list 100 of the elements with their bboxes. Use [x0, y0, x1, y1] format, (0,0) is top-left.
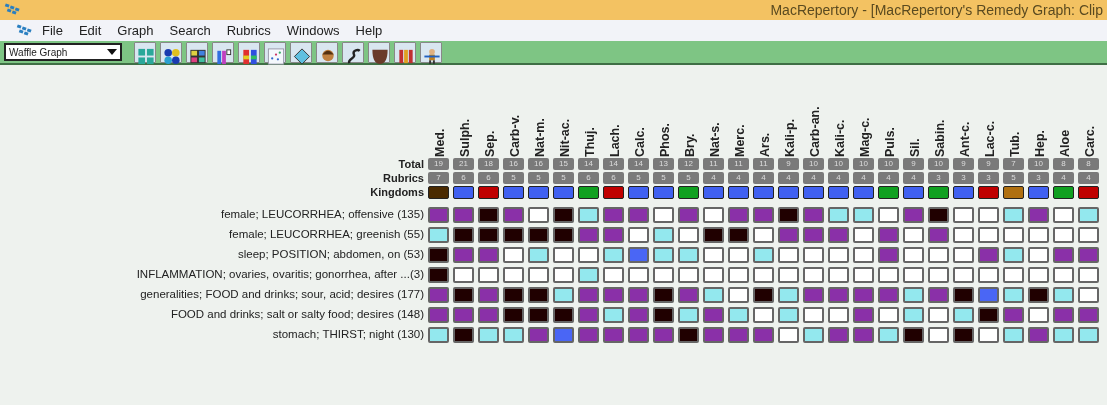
waffle-cell[interactable]: [653, 207, 674, 223]
waffle-cell[interactable]: [428, 247, 449, 263]
remedy-name[interactable]: Sulph.: [459, 71, 472, 157]
waffle-cell[interactable]: [928, 207, 949, 223]
waffle-cell[interactable]: [453, 207, 474, 223]
waffle-cell[interactable]: [728, 287, 749, 303]
waffle-cell[interactable]: [778, 327, 799, 343]
waffle-cell[interactable]: [903, 247, 924, 263]
waffle-cell[interactable]: [953, 207, 974, 223]
remedy-name[interactable]: Carb-an.: [809, 71, 822, 157]
waffle-cell[interactable]: [428, 207, 449, 223]
waffle-cell[interactable]: [703, 307, 724, 323]
waffle-cell[interactable]: [1078, 267, 1099, 283]
waffle-cell[interactable]: [628, 247, 649, 263]
remedy-name[interactable]: Merc.: [734, 71, 747, 157]
remedy-name[interactable]: Carc.: [1084, 71, 1097, 157]
waffle-cell[interactable]: [528, 327, 549, 343]
waffle-cell[interactable]: [1028, 327, 1049, 343]
waffle-cell[interactable]: [478, 267, 499, 283]
waffle-cell[interactable]: [478, 207, 499, 223]
waffle-cell[interactable]: [1028, 307, 1049, 323]
waffle-cell[interactable]: [753, 287, 774, 303]
waffle-cell[interactable]: [828, 227, 849, 243]
waffle-cell[interactable]: [878, 227, 899, 243]
waffle-cell[interactable]: [728, 247, 749, 263]
menu-item[interactable]: Rubrics: [218, 20, 279, 41]
waffle-cell[interactable]: [1053, 207, 1074, 223]
waffle-cell[interactable]: [878, 207, 899, 223]
waffle-cell[interactable]: [928, 227, 949, 243]
waffle-cell[interactable]: [953, 327, 974, 343]
waffle-cell[interactable]: [1003, 227, 1024, 243]
waffle-cell[interactable]: [1078, 207, 1099, 223]
remedy-name[interactable]: Mag-c.: [859, 71, 872, 157]
waffle-cell[interactable]: [1078, 307, 1099, 323]
waffle-cell[interactable]: [953, 247, 974, 263]
waffle-cell[interactable]: [778, 267, 799, 283]
waffle-cell[interactable]: [828, 207, 849, 223]
waffle-cell[interactable]: [953, 227, 974, 243]
waffle-cell[interactable]: [653, 267, 674, 283]
rubric-label[interactable]: female; LEUCORRHEA; offensive (135): [0, 205, 428, 225]
waffle-cell[interactable]: [828, 247, 849, 263]
waffle-cell[interactable]: [1028, 267, 1049, 283]
waffle-cell[interactable]: [853, 207, 874, 223]
waffle-cell[interactable]: [1028, 207, 1049, 223]
waffle-cell[interactable]: [578, 307, 599, 323]
waffle-cell[interactable]: [578, 267, 599, 283]
waffle-cell[interactable]: [553, 327, 574, 343]
waffle-cell[interactable]: [978, 227, 999, 243]
waffle-cell[interactable]: [528, 207, 549, 223]
waffle-cell[interactable]: [453, 227, 474, 243]
remedy-name[interactable]: Lach.: [609, 71, 622, 157]
waffle-cell[interactable]: [478, 247, 499, 263]
toolbar-button[interactable]: [186, 41, 208, 63]
waffle-cell[interactable]: [803, 247, 824, 263]
waffle-cell[interactable]: [528, 287, 549, 303]
remedy-name[interactable]: Aloe: [1059, 71, 1072, 157]
remedy-name[interactable]: Ant-c.: [959, 71, 972, 157]
menu-item[interactable]: Windows: [278, 20, 348, 41]
waffle-cell[interactable]: [653, 307, 674, 323]
waffle-cell[interactable]: [828, 307, 849, 323]
waffle-cell[interactable]: [478, 307, 499, 323]
waffle-cell[interactable]: [453, 267, 474, 283]
waffle-cell[interactable]: [578, 327, 599, 343]
waffle-cell[interactable]: [1053, 247, 1074, 263]
waffle-cell[interactable]: [1028, 287, 1049, 303]
waffle-cell[interactable]: [778, 227, 799, 243]
waffle-cell[interactable]: [628, 307, 649, 323]
waffle-cell[interactable]: [1003, 207, 1024, 223]
waffle-cell[interactable]: [628, 207, 649, 223]
waffle-cell[interactable]: [1078, 327, 1099, 343]
rubric-label[interactable]: INFLAMMATION; ovaries, ovaritis; gonorrhea, after ...(3): [0, 265, 428, 285]
waffle-cell[interactable]: [603, 247, 624, 263]
rubric-label[interactable]: stomach; THIRST; night (130): [0, 325, 428, 345]
waffle-cell[interactable]: [803, 267, 824, 283]
waffle-cell[interactable]: [828, 267, 849, 283]
waffle-cell[interactable]: [453, 327, 474, 343]
waffle-cell[interactable]: [703, 287, 724, 303]
waffle-cell[interactable]: [853, 267, 874, 283]
waffle-cell[interactable]: [753, 267, 774, 283]
waffle-cell[interactable]: [578, 207, 599, 223]
caret-icon[interactable]: [107, 49, 117, 55]
waffle-cell[interactable]: [878, 267, 899, 283]
waffle-cell[interactable]: [928, 287, 949, 303]
remedy-name[interactable]: Hep.: [1034, 71, 1047, 157]
waffle-cell[interactable]: [453, 247, 474, 263]
waffle-cell[interactable]: [978, 267, 999, 283]
view-select[interactable]: Waffle Graph: [4, 43, 122, 61]
waffle-cell[interactable]: [878, 327, 899, 343]
waffle-cell[interactable]: [653, 287, 674, 303]
remedy-name[interactable]: Puls.: [884, 71, 897, 157]
rubric-label[interactable]: sleep; POSITION; abdomen, on (53): [0, 245, 428, 265]
remedy-name[interactable]: Kali-p.: [784, 71, 797, 157]
waffle-cell[interactable]: [628, 327, 649, 343]
waffle-cell[interactable]: [703, 247, 724, 263]
waffle-cell[interactable]: [553, 267, 574, 283]
remedy-name[interactable]: Nit-ac.: [559, 71, 572, 157]
waffle-cell[interactable]: [428, 307, 449, 323]
waffle-cell[interactable]: [853, 247, 874, 263]
waffle-cell[interactable]: [603, 327, 624, 343]
waffle-cell[interactable]: [453, 287, 474, 303]
